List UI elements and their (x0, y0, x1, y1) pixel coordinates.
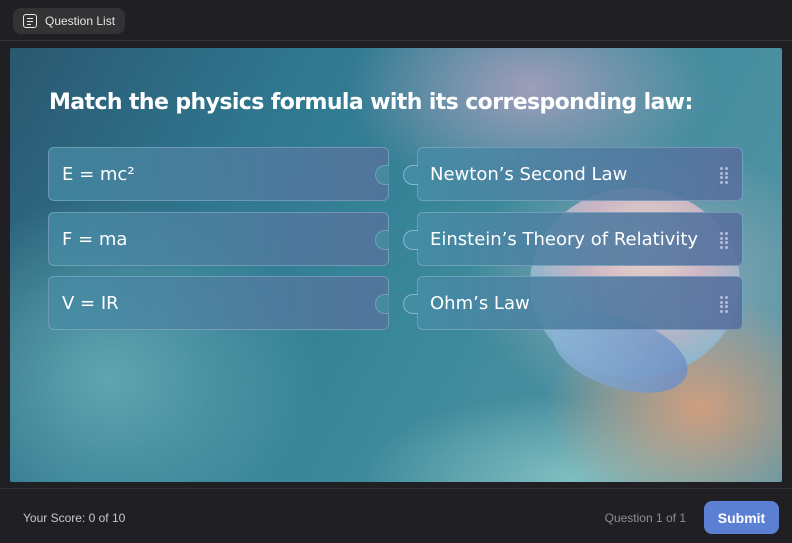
law-text: Ohm’s Law (430, 292, 530, 314)
law-card-draggable[interactable]: Newton’s Second Law (403, 147, 743, 201)
formula-card: E = mc² (48, 147, 389, 201)
formula-text: F = ma (62, 228, 128, 250)
footer-bar: Your Score: 0 of 10 Question 1 of 1 Subm… (0, 488, 792, 543)
law-card-draggable[interactable]: Einstein’s Theory of Relativity (403, 212, 743, 266)
law-text: Newton’s Second Law (430, 163, 628, 185)
list-document-icon (23, 14, 37, 28)
puzzle-socket (375, 294, 389, 314)
formula-text: V = IR (62, 292, 119, 314)
law-text: Einstein’s Theory of Relativity (430, 228, 699, 250)
score-text: Your Score: 0 of 10 (23, 511, 126, 525)
formula-text: E = mc² (62, 163, 135, 185)
formula-card: F = ma (48, 212, 389, 266)
formula-card: V = IR (48, 276, 389, 330)
top-bar: Question List (0, 0, 792, 41)
question-list-button[interactable]: Question List (13, 8, 126, 34)
question-list-label: Question List (45, 14, 116, 28)
drag-handle-icon[interactable] (720, 296, 728, 313)
drag-handle-icon[interactable] (720, 232, 728, 249)
submit-button[interactable]: Submit (704, 501, 779, 534)
question-counter: Question 1 of 1 (604, 511, 686, 525)
law-card-draggable[interactable]: Ohm’s Law (403, 276, 743, 330)
quiz-stage: Match the physics formula with its corre… (10, 48, 782, 482)
puzzle-socket (375, 230, 389, 250)
puzzle-knob (403, 294, 418, 314)
puzzle-knob (403, 165, 418, 185)
drag-handle-icon[interactable] (720, 167, 728, 184)
question-text: Match the physics formula with its corre… (49, 90, 693, 115)
puzzle-knob (403, 230, 418, 250)
puzzle-socket (375, 165, 389, 185)
